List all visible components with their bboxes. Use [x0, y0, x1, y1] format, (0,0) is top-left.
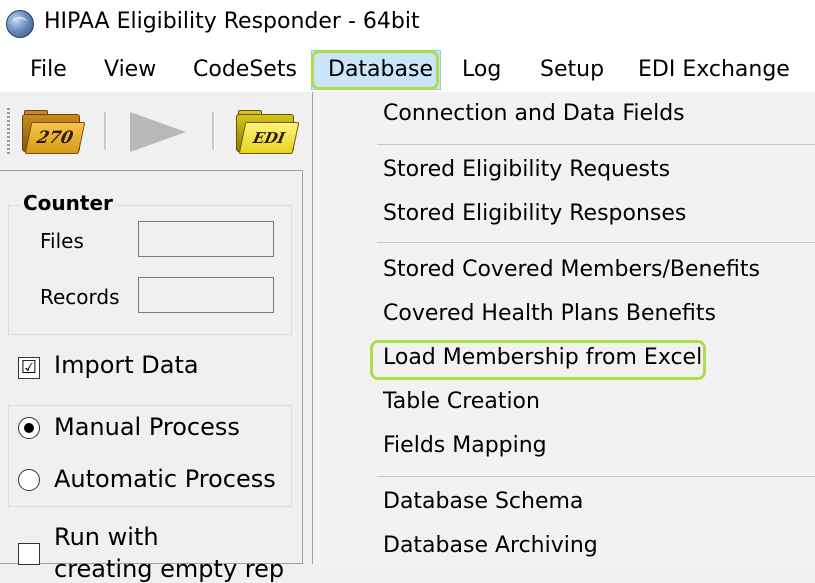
- open-270-button[interactable]: 270: [22, 110, 86, 154]
- files-count-field[interactable]: [138, 221, 274, 257]
- menu-edi-exchange[interactable]: EDI Exchange: [638, 48, 790, 92]
- automatic-process-radio[interactable]: [18, 469, 40, 491]
- title-bar: HIPAA Eligibility Responder - 64bit: [0, 0, 815, 48]
- files-label: Files: [40, 229, 84, 253]
- menu-item-connection[interactable]: Connection and Data Fields: [383, 94, 685, 134]
- toolbar-separator: [212, 112, 215, 150]
- automatic-process-label[interactable]: Automatic Process: [54, 465, 276, 493]
- load-membership-annotation-ring: [370, 340, 706, 380]
- open-270-folder-icon: 270: [24, 122, 86, 154]
- manual-process-radio[interactable]: [18, 417, 40, 439]
- database-dropdown-menu: Connection and Data Fields Stored Eligib…: [312, 92, 815, 564]
- menu-item-archiving[interactable]: Database Archiving: [383, 526, 598, 566]
- menu-view[interactable]: View: [104, 48, 156, 92]
- menu-separator: [377, 476, 815, 477]
- run-with-label[interactable]: Run with: [54, 523, 159, 551]
- window-title: HIPAA Eligibility Responder - 64bit: [44, 9, 420, 34]
- menu-item-covered-plans[interactable]: Covered Health Plans Benefits: [383, 294, 716, 334]
- run-play-icon[interactable]: [130, 112, 186, 152]
- menu-item-table-creation[interactable]: Table Creation: [383, 382, 540, 422]
- edi-folder-icon: EDI: [238, 122, 300, 154]
- toolbar-grip[interactable]: [7, 108, 10, 154]
- records-label: Records: [40, 285, 120, 309]
- menu-item-stored-members[interactable]: Stored Covered Members/Benefits: [383, 250, 760, 290]
- menu-log[interactable]: Log: [462, 48, 501, 92]
- run-with-label-cont[interactable]: creating empty rep: [54, 555, 294, 583]
- left-panel: Counter Files Records ☑ Import Data Manu…: [0, 170, 303, 583]
- toolbar: 270 EDI: [0, 92, 312, 170]
- menu-setup[interactable]: Setup: [540, 48, 604, 92]
- records-count-field[interactable]: [138, 277, 274, 313]
- manual-process-label[interactable]: Manual Process: [54, 413, 240, 441]
- menu-file[interactable]: File: [30, 48, 67, 92]
- menu-item-stored-responses[interactable]: Stored Eligibility Responses: [383, 194, 686, 234]
- import-data-checkbox[interactable]: ☑: [18, 357, 40, 379]
- menu-codesets[interactable]: CodeSets: [193, 48, 297, 92]
- import-data-label[interactable]: Import Data: [54, 351, 199, 379]
- menu-item-schema[interactable]: Database Schema: [383, 482, 583, 522]
- menu-separator: [377, 144, 815, 145]
- menu-database-annotation-ring: [311, 50, 439, 90]
- menu-item-stored-requests[interactable]: Stored Eligibility Requests: [383, 150, 670, 190]
- open-edi-button[interactable]: EDI: [236, 110, 300, 154]
- counter-title: Counter: [20, 191, 116, 215]
- run-with-checkbox[interactable]: [18, 543, 40, 565]
- app-globe-icon: [6, 10, 34, 38]
- toolbar-separator: [104, 112, 107, 150]
- menu-separator: [377, 242, 815, 243]
- menu-item-fields-mapping[interactable]: Fields Mapping: [383, 426, 547, 466]
